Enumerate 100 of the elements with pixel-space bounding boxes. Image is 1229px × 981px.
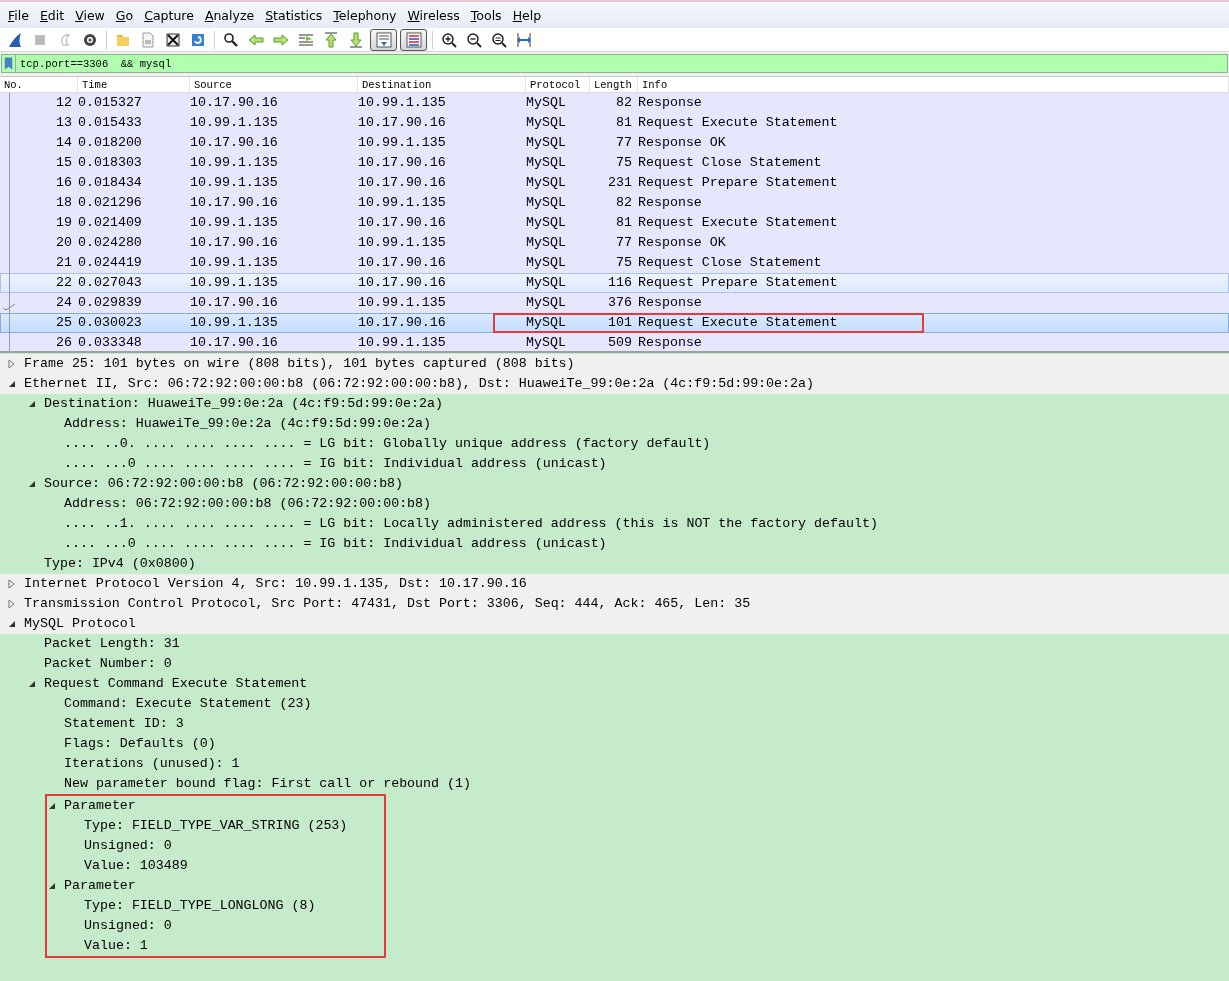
tree-item[interactable]: Flags: Defaults (0) (64, 734, 216, 754)
menu-item[interactable]: File (4, 2, 33, 26)
tree-item[interactable]: Packet Number: 0 (44, 654, 172, 674)
tree-item[interactable]: Command: Execute Statement (23) (64, 694, 312, 714)
tree-item[interactable]: MySQL Protocol (24, 614, 136, 634)
packet-row[interactable]: 25 0.030023 10.99.1.135 10.17.90.16 MySQL 101 Request Execute Statement (0, 313, 1229, 333)
table-cell-text: 10.99.1.135 (358, 134, 446, 152)
collapsed-arrow-icon[interactable] (8, 359, 16, 369)
column-header[interactable]: Source (190, 77, 358, 92)
expanded-arrow-icon[interactable] (28, 479, 36, 489)
tree-item[interactable]: New parameter bound flag: First call or rebound (1) (64, 774, 471, 794)
tree-item[interactable]: Destination: HuaweiTe_99:0e:2a (4c:f9:5d:99:0e:2a) (44, 394, 443, 414)
table-cell-text: 0.030023 (78, 314, 142, 332)
table-cell-text: MySQL (526, 294, 566, 312)
packet-row[interactable]: 12 0.015327 10.17.90.16 10.99.1.135 MySQL 82 Response (0, 93, 1229, 113)
column-header[interactable]: Length (590, 77, 638, 92)
colorize-button[interactable] (400, 28, 427, 51)
tree-item[interactable]: Statement ID: 3 (64, 714, 184, 734)
arrow-right-icon (273, 31, 289, 48)
table-cell-text: Request Execute Statement (638, 214, 838, 232)
table-cell-text: MySQL (526, 194, 566, 212)
tree-item[interactable]: Address: HuaweiTe_99:0e:2a (4c:f9:5d:99:0e:2a) (64, 414, 432, 434)
packet-row[interactable]: 19 0.021409 10.99.1.135 10.17.90.16 MySQL 81 Request Execute Statement (0, 213, 1229, 233)
collapsed-arrow-icon[interactable] (8, 579, 16, 589)
table-cell-text: 25 (56, 314, 72, 332)
table-cell-text: 116 (608, 274, 632, 292)
menu-item[interactable]: Wireless (403, 2, 464, 26)
table-cell-text: 10.17.90.16 (358, 274, 446, 292)
table-cell-text: 75 (616, 254, 632, 272)
packet-row[interactable]: 16 0.018434 10.99.1.135 10.17.90.16 MySQL 231 Request Prepare Statement (0, 173, 1229, 193)
tree-item[interactable]: .... ..0. .... .... .... .... = LG bit: Globally unique address (factory default) (64, 434, 711, 454)
table-cell-text: Response (638, 194, 702, 212)
tree-item[interactable]: .... ...0 .... .... .... .... = IG bit: Individual address (unicast) (64, 534, 607, 554)
resize-columns-icon (516, 31, 532, 48)
table-cell-text: MySQL (526, 214, 566, 232)
menu-item[interactable]: Tools (466, 2, 506, 26)
menu-item[interactable]: Go (111, 2, 138, 26)
tree-item[interactable]: Value: 1 (84, 936, 148, 956)
table-cell-text: Response (638, 294, 702, 312)
column-header[interactable]: Destination (358, 77, 526, 92)
packet-row[interactable]: 13 0.015433 10.99.1.135 10.17.90.16 MySQL 81 Request Execute Statement (0, 113, 1229, 133)
tree-item[interactable]: Parameter (64, 876, 136, 896)
menu-item[interactable]: Telephony (329, 2, 401, 26)
column-header[interactable]: Info (638, 77, 1229, 92)
expanded-arrow-icon[interactable] (48, 801, 56, 811)
table-cell-text: 20 (56, 234, 72, 252)
column-header[interactable]: Time (78, 77, 190, 92)
table-cell-text: 22 (56, 274, 72, 292)
packet-row[interactable]: 20 0.024280 10.17.90.16 10.99.1.135 MySQL 77 Response OK (0, 233, 1229, 253)
expanded-arrow-icon[interactable] (28, 399, 36, 409)
packet-row[interactable]: 18 0.021296 10.17.90.16 10.99.1.135 MySQL 82 Response (0, 193, 1229, 213)
packet-row[interactable]: 15 0.018303 10.99.1.135 10.17.90.16 MySQL 75 Request Close Statement (0, 153, 1229, 173)
tree-item[interactable]: Unsigned: 0 (84, 836, 172, 856)
tree-item[interactable]: Parameter (64, 796, 136, 816)
arrow-down-icon (348, 31, 364, 48)
packet-row[interactable]: 26 0.033348 10.17.90.16 10.99.1.135 MySQL 509 Response (0, 333, 1229, 351)
expanded-arrow-icon[interactable] (48, 881, 56, 891)
menu-item[interactable]: Statistics (261, 2, 327, 26)
menu-item[interactable]: Help (508, 2, 546, 26)
autoscroll-button[interactable] (370, 28, 397, 51)
packet-row[interactable]: 14 0.018200 10.17.90.16 10.99.1.135 MySQL 77 Response OK (0, 133, 1229, 153)
tree-item[interactable]: Type: FIELD_TYPE_LONGLONG (8) (84, 896, 316, 916)
table-cell-text: 0.015327 (78, 94, 142, 112)
bookmark-icon[interactable] (1, 54, 15, 73)
expanded-arrow-icon[interactable] (28, 679, 36, 689)
tree-item[interactable]: Type: FIELD_TYPE_VAR_STRING (253) (84, 816, 348, 836)
menu-item[interactable]: View (71, 2, 109, 26)
table-cell-text: MySQL (526, 94, 566, 112)
tree-item[interactable]: Source: 06:72:92:00:00:b8 (06:72:92:00:00:b8) (44, 474, 404, 494)
table-cell-text: 18 (56, 194, 72, 212)
tree-item[interactable]: .... ...0 .... .... .... .... = IG bit: Individual address (unicast) (64, 454, 607, 474)
expanded-arrow-icon[interactable] (8, 379, 16, 389)
tree-item[interactable]: Packet Length: 31 (44, 634, 180, 654)
expanded-arrow-icon[interactable] (8, 619, 16, 629)
packet-row[interactable]: 24 0.029839 10.17.90.16 10.99.1.135 MySQL 376 Response (0, 293, 1229, 313)
column-header[interactable]: No. (0, 77, 78, 92)
table-cell-text: 0.018303 (78, 154, 142, 172)
packet-row[interactable]: 21 0.024419 10.99.1.135 10.17.90.16 MySQL 75 Request Close Statement (0, 253, 1229, 273)
table-cell-text: Response OK (638, 134, 726, 152)
tree-item[interactable]: Iterations (unused): 1 (64, 754, 240, 774)
menu-item[interactable]: Capture (140, 2, 198, 26)
tree-item[interactable]: Unsigned: 0 (84, 916, 172, 936)
packet-row[interactable]: 22 0.027043 10.99.1.135 10.17.90.16 MySQL 116 Request Prepare Statement (0, 273, 1229, 293)
column-header[interactable]: Protocol (526, 77, 590, 92)
table-cell-text: 26 (56, 334, 72, 351)
table-cell-text: Request Close Statement (638, 254, 822, 272)
tree-item[interactable]: Type: IPv4 (0x0800) (44, 554, 196, 574)
table-cell-text: 10.17.90.16 (190, 334, 278, 351)
table-cell-text: 21 (56, 254, 72, 272)
tree-item[interactable]: Value: 103489 (84, 856, 188, 876)
tree-item[interactable]: Address: 06:72:92:00:00:b8 (06:72:92:00:00:b8) (64, 494, 432, 514)
menu-item[interactable]: Edit (35, 2, 69, 26)
menu-item[interactable]: Analyze (200, 2, 259, 26)
collapsed-arrow-icon[interactable] (8, 599, 16, 609)
tree-item[interactable]: .... ..1. .... .... .... .... = LG bit: Locally administered address (this is NOT the factory default) (64, 514, 878, 534)
zoom-in-icon (441, 31, 457, 48)
table-cell-text: 82 (616, 94, 632, 112)
table-cell-text: Response (638, 334, 702, 351)
display-filter-field[interactable]: tcp.port==3306 && mysql (15, 54, 1228, 73)
tree-item[interactable]: Request Command Execute Statement (44, 674, 308, 694)
